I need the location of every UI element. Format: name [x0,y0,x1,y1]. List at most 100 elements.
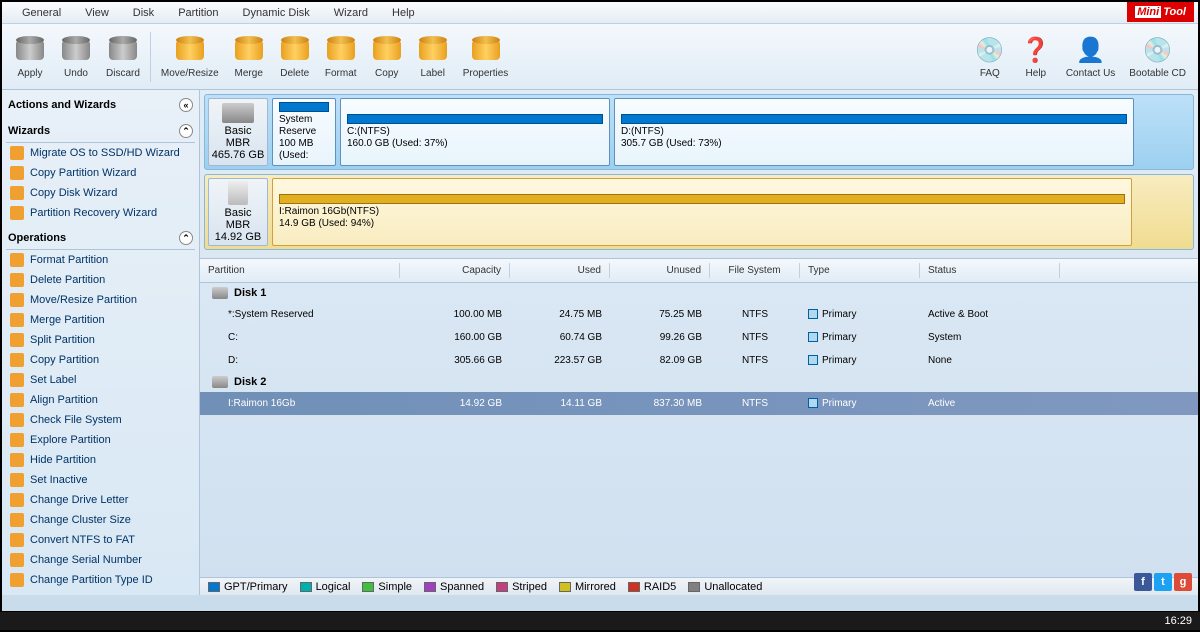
legend-item: RAID5 [628,581,676,593]
menu-wizard[interactable]: Wizard [322,5,380,21]
col-capacity[interactable]: Capacity [400,263,510,278]
table-row[interactable]: D:305.66 GB223.57 GB82.09 GBNTFSPrimaryN… [200,349,1198,372]
contact-icon: 👤 [1075,34,1107,66]
facebook-icon[interactable]: f [1134,573,1152,591]
partition-block[interactable]: D:(NTFS)305.7 GB (Used: 73%) [614,98,1134,166]
disk-header[interactable]: Basic MBR14.92 GB [208,178,268,246]
contact-button[interactable]: 👤Contact Us [1060,32,1121,81]
action-icon [10,413,24,427]
disk-icon [212,287,228,299]
boot-button[interactable]: 💿Bootable CD [1123,32,1192,81]
disk-row-2[interactable]: Basic MBR14.92 GB I:Raimon 16Gb(NTFS)14.… [204,174,1194,250]
undo-button[interactable]: Undo [54,32,98,81]
chevron-up-icon[interactable]: ⌃ [179,231,193,245]
action-icon [10,293,24,307]
operation-item-16[interactable]: Change Partition Type ID [6,570,195,590]
table-row[interactable]: *:System Reserved100.00 MB24.75 MB75.25 … [200,303,1198,326]
action-icon [10,273,24,287]
legend-item: Unallocated [688,581,762,593]
move-button[interactable]: Move/Resize [155,32,225,81]
operation-item-12[interactable]: Change Drive Letter [6,490,195,510]
operation-item-3[interactable]: Merge Partition [6,310,195,330]
faq-button[interactable]: 💿FAQ [968,32,1012,81]
col-type[interactable]: Type [800,263,920,278]
operation-item-15[interactable]: Change Serial Number [6,550,195,570]
partition-block[interactable]: System Reserve100 MB (Used: [272,98,336,166]
action-icon [10,533,24,547]
operation-item-11[interactable]: Set Inactive [6,470,195,490]
operation-item-2[interactable]: Move/Resize Partition [6,290,195,310]
wizards-header[interactable]: Wizards ⌃ [6,120,195,143]
action-icon [10,206,24,220]
wizard-item-3[interactable]: Partition Recovery Wizard [6,203,195,223]
menu-disk[interactable]: Disk [121,5,166,21]
action-icon [10,393,24,407]
col-partition[interactable]: Partition [200,263,400,278]
disk-row-1[interactable]: Basic MBR465.76 GB System Reserve100 MB … [204,94,1194,170]
disk-icon [212,376,228,388]
col-fs[interactable]: File System [710,263,800,278]
help-icon: ❓ [1020,34,1052,66]
operation-item-10[interactable]: Hide Partition [6,450,195,470]
operation-item-13[interactable]: Change Cluster Size [6,510,195,530]
action-icon [10,453,24,467]
merge-button[interactable]: Merge [227,32,271,81]
legend-swatch [496,582,508,592]
operation-item-8[interactable]: Check File System [6,410,195,430]
col-status[interactable]: Status [920,263,1060,278]
discard-button[interactable]: Discard [100,32,146,81]
operation-item-7[interactable]: Align Partition [6,390,195,410]
menu-general[interactable]: General [10,5,73,21]
legend-item: Mirrored [559,581,616,593]
disk-group-header[interactable]: Disk 1 [200,283,1198,303]
legend-item: Logical [300,581,351,593]
disk-group-header[interactable]: Disk 2 [200,372,1198,392]
disk-map: Basic MBR465.76 GB System Reserve100 MB … [200,90,1198,259]
partition-block[interactable]: C:(NTFS)160.0 GB (Used: 37%) [340,98,610,166]
menu-help[interactable]: Help [380,5,427,21]
partition-block[interactable]: I:Raimon 16Gb(NTFS)14.9 GB (Used: 94%) [272,178,1132,246]
col-unused[interactable]: Unused [610,263,710,278]
label-icon [417,34,449,66]
type-indicator [808,398,818,408]
legend-swatch [688,582,700,592]
help-button[interactable]: ❓Help [1014,32,1058,81]
action-icon [10,433,24,447]
wizard-item-1[interactable]: Copy Partition Wizard [6,163,195,183]
format-button[interactable]: Format [319,32,363,81]
legend-item: Simple [362,581,412,593]
legend-swatch [559,582,571,592]
col-used[interactable]: Used [510,263,610,278]
gplus-icon[interactable]: g [1174,573,1192,591]
wizard-item-2[interactable]: Copy Disk Wizard [6,183,195,203]
operation-item-4[interactable]: Split Partition [6,330,195,350]
table-row[interactable]: C:160.00 GB60.74 GB99.26 GBNTFSPrimarySy… [200,326,1198,349]
delete-button[interactable]: Delete [273,32,317,81]
operation-item-0[interactable]: Format Partition [6,250,195,270]
wizard-item-0[interactable]: Migrate OS to SSD/HD Wizard [6,143,195,163]
legend-swatch [362,582,374,592]
chevron-up-icon[interactable]: ⌃ [179,124,193,138]
toolbar-sep [150,32,151,82]
undo-icon [60,34,92,66]
sidebar-title: Actions and Wizards « [6,94,195,116]
apply-button[interactable]: Apply [8,32,52,81]
menu-dynamicdisk[interactable]: Dynamic Disk [231,5,322,21]
format-icon [325,34,357,66]
menu-view[interactable]: View [73,5,121,21]
props-button[interactable]: Properties [457,32,515,81]
twitter-icon[interactable]: t [1154,573,1172,591]
operation-item-5[interactable]: Copy Partition [6,350,195,370]
collapse-icon[interactable]: « [179,98,193,112]
menu-partition[interactable]: Partition [166,5,230,21]
operation-item-6[interactable]: Set Label [6,370,195,390]
table-row[interactable]: I:Raimon 16Gb14.92 GB14.11 GB837.30 MBNT… [200,392,1198,415]
copy-button[interactable]: Copy [365,32,409,81]
disk-header[interactable]: Basic MBR465.76 GB [208,98,268,166]
operation-item-14[interactable]: Convert NTFS to FAT [6,530,195,550]
operation-item-9[interactable]: Explore Partition [6,430,195,450]
operation-item-1[interactable]: Delete Partition [6,270,195,290]
label-button[interactable]: Label [411,32,455,81]
action-icon [10,553,24,567]
operations-header[interactable]: Operations ⌃ [6,227,195,250]
